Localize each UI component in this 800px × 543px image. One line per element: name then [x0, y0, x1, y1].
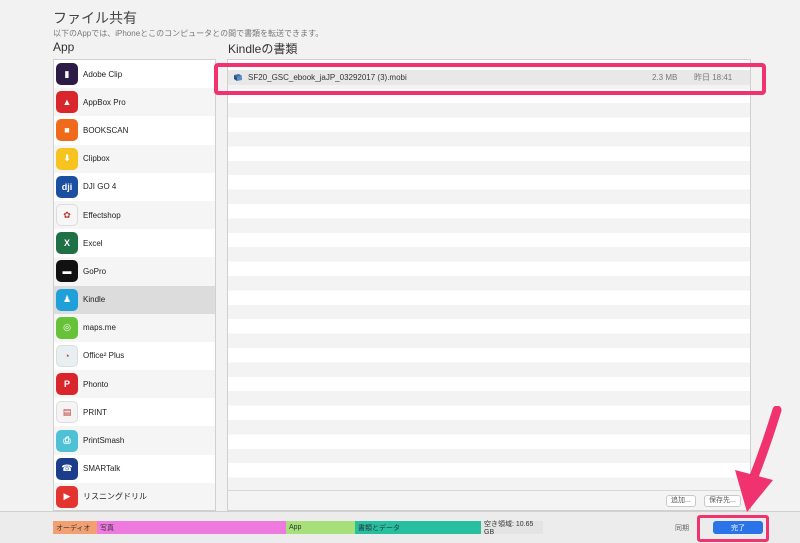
app-list-item[interactable]: X Excel	[54, 229, 215, 257]
canon-print-icon: ▤	[56, 401, 78, 424]
app-list-item-label: PRINT	[83, 407, 107, 417]
documents-panel: SF20_GSC_ebook_jaJP_03292017 (3).mobi 2.…	[227, 59, 751, 511]
save-to-button[interactable]: 保存先...	[704, 495, 741, 507]
app-list-item-label: Office² Plus	[83, 351, 125, 361]
office-plus-icon: ◔	[56, 344, 78, 367]
app-list-item-label: AppBox Pro	[83, 97, 126, 107]
app-list-item-label: Clipbox	[83, 154, 110, 164]
file-row[interactable]: SF20_GSC_ebook_jaJP_03292017 (3).mobi 2.…	[228, 70, 750, 85]
excel-icon: X	[56, 232, 78, 255]
file-name: SF20_GSC_ebook_jaJP_03292017 (3).mobi	[248, 73, 407, 82]
bottom-bar: オーディオ 写真 App 書類とデータ 空き領域: 10.65 GB 同期 完了	[0, 511, 800, 543]
app-list-item-label: Excel	[83, 238, 103, 248]
maps-me-icon: ◎	[56, 316, 78, 339]
bookscan-icon: ■	[56, 119, 78, 142]
add-button[interactable]: 追加...	[666, 495, 696, 507]
listening-drill-icon: ▶	[56, 485, 78, 508]
sync-button[interactable]: 同期	[665, 520, 699, 535]
app-list-item-label: Adobe Clip	[83, 69, 123, 79]
file-date: 昨日 18:41	[694, 73, 733, 82]
apps-column-header: App	[53, 40, 75, 54]
adobe-clip-icon: ▮	[56, 63, 78, 86]
app-list-item[interactable]: ✿ Effectshop	[54, 200, 215, 230]
app-list-item[interactable]: ♟ Kindle	[54, 285, 215, 314]
page-description: 以下のAppでは、iPhoneとこのコンピュータとの間で書類を転送できます。	[53, 29, 324, 38]
app-list-item-label: Effectshop	[83, 210, 121, 220]
documents-list-background	[228, 60, 750, 490]
app-list-item-label: maps.me	[83, 323, 116, 333]
app-list-item[interactable]: ■ BOOKSCAN	[54, 116, 215, 144]
storage-segment: 空き領域: 10.65 GB	[481, 521, 543, 536]
printsmash-icon: ⎙	[56, 429, 78, 452]
phonto-icon: P	[56, 373, 78, 396]
book-file-icon	[234, 74, 242, 81]
app-list-item[interactable]: ▮ Adobe Clip	[54, 60, 215, 88]
app-list-item[interactable]: dji DJI GO 4	[54, 173, 215, 201]
app-list-item[interactable]: ⎙ PrintSmash	[54, 426, 215, 455]
storage-segment: オーディオ	[53, 521, 97, 534]
smartalk-icon: ☎	[56, 457, 78, 480]
app-list-item[interactable]: ◎ maps.me	[54, 313, 215, 342]
done-button[interactable]: 完了	[713, 521, 763, 534]
app-list-item[interactable]: ⬇ Clipbox	[54, 144, 215, 173]
kindle-icon: ♟	[56, 288, 78, 311]
appbox-pro-icon: ▲	[56, 91, 78, 114]
documents-footer: 追加... 保存先...	[228, 490, 750, 510]
storage-bar: オーディオ 写真 App 書類とデータ 空き領域: 10.65 GB	[53, 521, 543, 536]
page-title: ファイル共有	[53, 10, 137, 26]
clipbox-icon: ⬇	[56, 147, 78, 170]
app-list-item-label: DJI GO 4	[83, 182, 117, 192]
app-list-item[interactable]: ◔ Office² Plus	[54, 342, 215, 370]
app-list-item-label: SMARTalk	[83, 464, 121, 474]
storage-segment: 写真	[97, 521, 286, 534]
documents-column-header: Kindleの書類	[228, 42, 298, 56]
app-list-item-label: BOOKSCAN	[83, 125, 129, 135]
dji-go-icon: dji	[56, 175, 78, 198]
app-list-item[interactable]: ▶ リスニングドリル	[54, 482, 215, 510]
file-size: 2.3 MB	[652, 73, 678, 82]
storage-segment: 書類とデータ	[355, 521, 481, 534]
app-list: ▮ Adobe Clip ▲ AppBox Pro ■ BOOKSCAN ⬇ Clipbox d…	[53, 59, 216, 511]
effectshop-icon: ✿	[56, 204, 78, 227]
storage-segment: App	[286, 521, 355, 534]
app-list-item-label: Kindle	[83, 295, 106, 305]
gopro-icon: ▬	[56, 260, 78, 283]
app-list-item-label: PrintSmash	[83, 436, 125, 446]
app-list-item-label: GoPro	[83, 266, 107, 276]
app-list-item[interactable]: ▬ GoPro	[54, 257, 215, 286]
app-list-item-label: Phonto	[83, 379, 109, 389]
app-list-item[interactable]: P Phonto	[54, 370, 215, 399]
app-list-item-label: リスニングドリル	[83, 492, 147, 502]
app-list-item[interactable]: ☎ SMARTalk	[54, 455, 215, 483]
app-list-item[interactable]: ▲ AppBox Pro	[54, 88, 215, 117]
app-list-item[interactable]: ▤ PRINT	[54, 398, 215, 426]
